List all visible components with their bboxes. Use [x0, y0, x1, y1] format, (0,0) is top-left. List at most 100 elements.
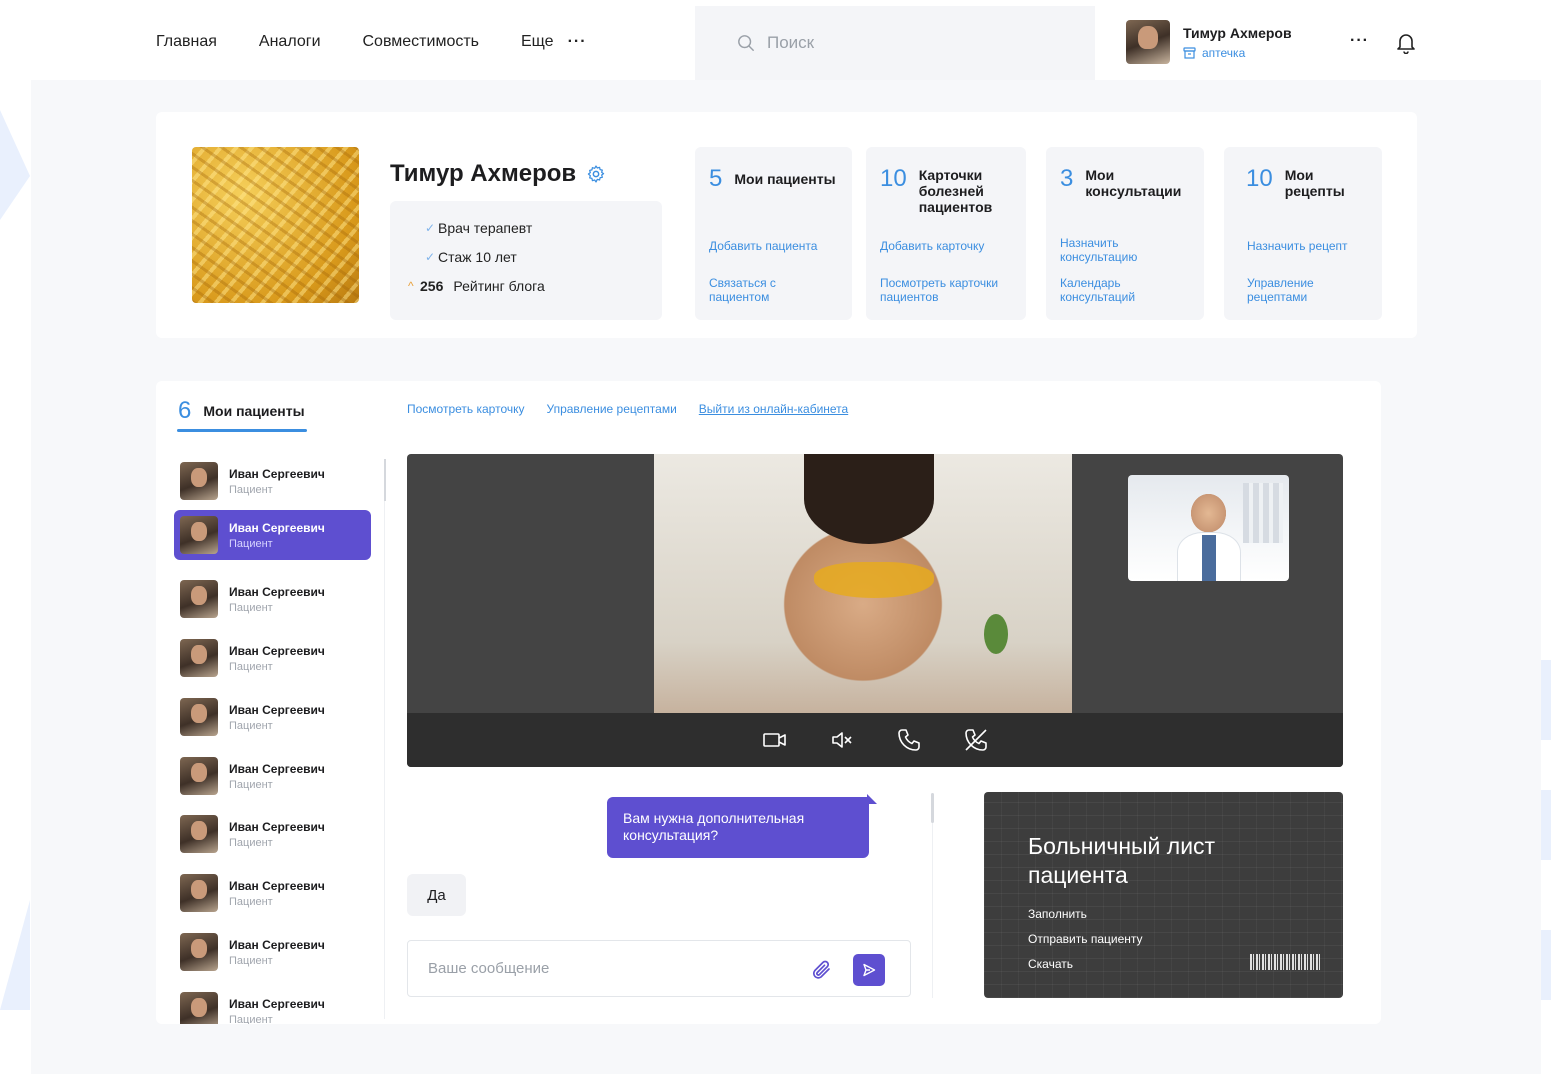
avatar [180, 874, 218, 912]
fill-sick-leave-link[interactable]: Заполнить [1028, 907, 1087, 921]
user-role-label: аптечка [1202, 45, 1246, 60]
logout-cabinet-link[interactable]: Выйти из онлайн-кабинета [699, 402, 848, 416]
nav-item-more[interactable]: Еще [521, 33, 554, 51]
manage-prescriptions-link[interactable]: Управление рецептами [1247, 276, 1337, 304]
download-link[interactable]: Скачать [1028, 957, 1073, 971]
stat-head: 3 Мои консультации [1060, 165, 1185, 199]
patient-list-item[interactable]: Иван Сергеевич Пациент [174, 986, 371, 1024]
doctor-video-pip[interactable] [1128, 475, 1289, 581]
patient-role: Пациент [229, 537, 273, 550]
stat-label: Карточки болезней пациентов [918, 167, 993, 215]
arrow-up-icon: ^ [408, 278, 414, 293]
gear-icon[interactable] [586, 164, 606, 184]
avatar [1126, 20, 1170, 64]
decor-shape [0, 110, 30, 220]
more-icon[interactable]: ··· [1350, 32, 1369, 50]
stat-count: 10 [880, 165, 907, 192]
search-bar [695, 6, 1095, 80]
stat-count: 5 [709, 165, 723, 192]
camera-icon[interactable] [762, 727, 788, 753]
stat-my-patients: 5 Мои пациенты Добавить пациента Связать… [695, 147, 852, 320]
patient-list-item[interactable]: Иван Сергеевич Пациент [174, 510, 371, 560]
patient-role: Пациент [229, 660, 273, 673]
mute-icon[interactable] [829, 727, 855, 753]
rating-number: 256 [420, 277, 444, 294]
tab-underline [177, 429, 307, 432]
video-call [407, 454, 1343, 767]
contact-patient-link[interactable]: Связаться с пациентом [709, 276, 809, 304]
nav-item-home[interactable]: Главная [156, 33, 217, 51]
search-input[interactable] [767, 33, 1067, 53]
patient-name: Иван Сергеевич [229, 761, 325, 776]
fact-specialty: ✓ Врач терапевт [408, 213, 662, 242]
video-shape [1243, 483, 1283, 543]
patients-header: 6 Мои пациенты [178, 397, 305, 425]
nav-item-analogs[interactable]: Аналоги [259, 33, 321, 51]
patient-info: Иван Сергеевич Пациент [229, 820, 325, 849]
view-cards-link[interactable]: Посмотреть карточки пациентов [880, 276, 1010, 304]
patient-info: Иван Сергеевич Пациент [229, 585, 325, 614]
paperclip-icon[interactable] [810, 958, 834, 982]
hangup-icon[interactable] [963, 727, 989, 753]
add-patient-link[interactable]: Добавить пациента [709, 239, 817, 253]
patient-name: Иван Сергеевич [229, 996, 325, 1011]
stat-count: 10 [1246, 165, 1273, 192]
patient-list-item[interactable]: Иван Сергеевич Пациент [174, 751, 371, 801]
avatar [180, 815, 218, 853]
message-input[interactable] [428, 960, 798, 977]
schedule-consultation-link[interactable]: Назначить консультацию [1060, 236, 1160, 264]
stat-disease-cards: 10 Карточки болезней пациентов Добавить … [866, 147, 1026, 320]
user-menu[interactable]: Тимур Ахмеров аптечка [1126, 20, 1292, 64]
bell-icon[interactable] [1396, 32, 1416, 54]
add-card-link[interactable]: Добавить карточку [880, 239, 984, 253]
patient-name: Иван Сергеевич [229, 584, 325, 599]
patient-name: Иван Сергеевич [229, 520, 325, 535]
phone-icon[interactable] [896, 727, 922, 753]
patient-list-item[interactable]: Иван Сергеевич Пациент [174, 809, 371, 859]
view-card-link[interactable]: Посмотреть карточку [407, 402, 525, 416]
patient-name: Иван Сергеевич [229, 702, 325, 717]
outgoing-message: Вам нужна дополнительная консультация? [607, 797, 869, 858]
patient-role: Пациент [229, 1013, 273, 1025]
patient-info: Иван Сергеевич Пациент [229, 521, 325, 550]
patient-list-item[interactable]: Иван Сергеевич Пациент [174, 868, 371, 918]
send-button[interactable] [853, 954, 885, 986]
patient-list-item[interactable]: Иван Сергеевич Пациент [174, 633, 371, 683]
patient-info: Иван Сергеевич Пациент [229, 762, 325, 791]
patient-list-item[interactable]: Иван Сергеевич Пациент [174, 574, 371, 624]
patients-scrollbar[interactable] [384, 459, 386, 501]
patient-name: Иван Сергеевич [229, 819, 325, 834]
main-nav: Главная Аналоги Совместимость Еще ··· [156, 33, 587, 51]
chat-divider [932, 793, 933, 998]
stat-head: 10 Карточки болезней пациентов [880, 165, 1003, 215]
check-icon: ✓ [425, 220, 436, 235]
avatar [180, 639, 218, 677]
assign-prescription-link[interactable]: Назначить рецепт [1247, 239, 1348, 253]
patient-info: Иван Сергеевич Пациент [229, 703, 325, 732]
patient-list-item[interactable]: Иван Сергеевич Пациент [174, 456, 371, 506]
patient-list-item[interactable]: Иван Сергеевич Пациент [174, 692, 371, 742]
stat-consultations: 3 Мои консультации Назначить консультаци… [1046, 147, 1204, 320]
patient-info: Иван Сергеевич Пациент [229, 938, 325, 967]
consultation-calendar-link[interactable]: Календарь консультаций [1060, 276, 1160, 304]
patient-name: Иван Сергеевич [229, 466, 325, 481]
avatar [180, 580, 218, 618]
patients-count: 6 [178, 397, 192, 424]
send-to-patient-link[interactable]: Отправить пациенту [1028, 932, 1143, 946]
manage-prescriptions-link[interactable]: Управление рецептами [547, 402, 677, 416]
avatar [180, 992, 218, 1024]
profile-card: Тимур Ахмеров ✓ Врач терапевт ✓ Стаж 10 … [156, 112, 1417, 338]
sick-leave-title: Больничный лист пациента [1028, 833, 1216, 888]
video-shape [1202, 535, 1216, 581]
nav-more-dots-icon[interactable]: ··· [568, 33, 587, 51]
patient-role: Пациент [229, 836, 273, 849]
chat-scrollbar[interactable] [931, 793, 934, 823]
nav-item-compatibility[interactable]: Совместимость [363, 33, 480, 51]
fact-experience: ✓ Стаж 10 лет [408, 242, 662, 271]
profile-name: Тимур Ахмеров [390, 160, 577, 187]
patient-role: Пациент [229, 895, 273, 908]
patient-list-item[interactable]: Иван Сергеевич Пациент [174, 927, 371, 977]
profile-name-row: Тимур Ахмеров [390, 160, 606, 188]
patient-name: Иван Сергеевич [229, 878, 325, 893]
top-bar: Главная Аналоги Совместимость Еще ··· Ти… [0, 0, 1551, 80]
